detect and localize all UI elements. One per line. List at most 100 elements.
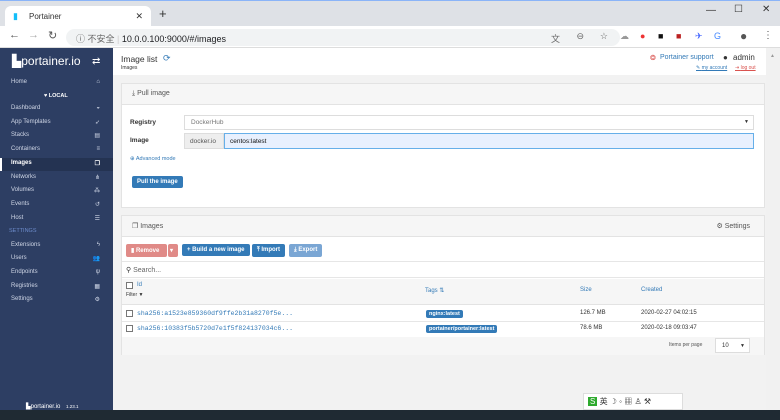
rocket-icon: ➶ (94, 120, 100, 126)
download-icon: ⤓ (132, 90, 136, 97)
page-header: Image list ⟳ Images ❂ Portainer support … (113, 48, 766, 75)
toggle-sidebar-icon[interactable]: ⇄ (92, 56, 100, 67)
column-created[interactable]: Created (641, 287, 662, 293)
close-window-icon[interactable]: ✕ (762, 4, 770, 15)
sidebar-item-containers[interactable]: Containers ≡ (0, 144, 113, 157)
menu-icon[interactable]: ⋮ (763, 30, 773, 41)
images-panel: ❐ Images ⚙ Settings ▮ Remove ▾ + Build a… (121, 215, 765, 355)
remove-dropdown-button[interactable]: ▾ (168, 244, 178, 257)
translate-icon[interactable]: 文 (551, 32, 560, 45)
sidebar-item-extensions[interactable]: Extensions ϟ (0, 240, 113, 253)
address-bar-row: ← → ↻ ⓘ 不安全 | 10.0.0.100:9000/#/images 文… (0, 26, 780, 48)
image-id-link[interactable]: sha256:10383f5b5720d7e1f5f824137034c6... (137, 325, 293, 332)
forward-icon[interactable]: → (28, 29, 39, 41)
sidebar-item-host[interactable]: Host ☰ (0, 213, 113, 226)
remove-button[interactable]: ▮ Remove (126, 244, 167, 257)
sidebar-item-home[interactable]: Home ⌂ (0, 77, 113, 90)
security-label: 不安全 (87, 34, 115, 44)
back-icon[interactable]: ← (9, 29, 20, 41)
sidebar-item-dashboard[interactable]: Dashboard ◒ (0, 103, 113, 116)
sidebar-item-events[interactable]: Events ↺ (0, 199, 113, 212)
search-input: Search... (133, 267, 162, 274)
url-input[interactable]: ⓘ 不安全 | 10.0.0.100:9000/#/images 文 ⊖ ☆ (66, 29, 620, 46)
search-icon: ⚲ (126, 267, 132, 274)
portainer-support-link[interactable]: Portainer support (660, 54, 714, 61)
import-button[interactable]: ⤒ Import (252, 244, 285, 257)
pull-image-button[interactable]: Pull the image (132, 176, 183, 188)
build-image-button[interactable]: + Build a new image (182, 244, 250, 256)
images-header: ❐ Images ⚙ Settings (122, 216, 764, 237)
refresh-icon[interactable]: ⟳ (163, 53, 171, 64)
page-scrollbar[interactable]: ▲ (766, 48, 780, 410)
minimize-icon[interactable]: — (706, 5, 716, 16)
zoom-icon[interactable]: ⊖ (576, 31, 584, 42)
export-button[interactable]: ⤓ Export (289, 244, 323, 257)
sidebar-item-app-templates[interactable]: App Templates ➶ (0, 117, 113, 130)
search-bar[interactable]: ⚲ Search... (122, 261, 764, 278)
sidebar-item-images[interactable]: Images ❐ (0, 158, 113, 171)
row-checkbox[interactable] (126, 325, 133, 332)
image-tag-badge: nginx:latest (426, 310, 463, 318)
image-id-link[interactable]: sha256:a1523e859360df9ffe2b31a8270f5e... (137, 310, 293, 317)
version-label: 1.23.1 (65, 404, 79, 409)
my-account-link[interactable]: ✎ my account (696, 65, 727, 71)
filter-button[interactable]: Filter ▼ (126, 292, 143, 298)
registry-select[interactable]: DockerHub ▼ (184, 115, 754, 130)
profile-icon[interactable]: ● (740, 29, 747, 43)
tab-title: Portainer (29, 12, 62, 21)
pull-image-panel: ⤓ Pull image Registry DockerHub ▼ Image d… (121, 83, 765, 208)
footer-logo: ▙portainer.io 1.23.1 (26, 404, 79, 410)
log-out-link[interactable]: ⇥ log out (735, 65, 756, 71)
endpoint-label: ♥ LOCAL (44, 93, 68, 99)
portainer-logo[interactable]: ▙portainer.io (12, 54, 81, 68)
extension-black-icon[interactable]: ■ (658, 31, 663, 41)
pagination-bar: Items per page 10 ▼ (122, 337, 764, 355)
items-per-page-label: Items per page (669, 342, 703, 348)
advanced-mode-link[interactable]: ⊕ Advanced mode (130, 156, 176, 162)
plug-icon: ψ (95, 269, 100, 275)
row-checkbox[interactable] (126, 310, 133, 317)
extension-translate-icon[interactable]: G (714, 31, 721, 41)
column-tags[interactable]: Tags ⇅ (425, 287, 444, 294)
sitemap-icon: ⋔ (94, 175, 100, 181)
sidebar-item-users[interactable]: Users 👥 (0, 253, 113, 266)
sidebar-item-settings[interactable]: Settings ⚙ (0, 294, 113, 307)
dropdown-arrow-icon: ▼ (744, 119, 749, 125)
sidebar-item-stacks[interactable]: Stacks ▤ (0, 130, 113, 143)
ime-toolbar[interactable]: S 英 ☽ ◦ ▦ ♙ ⚒ (583, 393, 683, 410)
browser-tab-bar: ▮ Portainer ✕ + — ☐ ✕ (0, 0, 780, 27)
cubes-icon: ⁂ (94, 188, 100, 194)
extension-cloud-icon[interactable]: ☁ (620, 31, 629, 42)
sidebar-item-networks[interactable]: Networks ⋔ (0, 172, 113, 185)
browser-tab[interactable]: ▮ Portainer ✕ (5, 6, 151, 27)
extension-bird-icon[interactable]: ✈ (695, 31, 703, 42)
reload-icon[interactable]: ↻ (48, 29, 57, 42)
sidebar: ▙portainer.io ⇄ Home ⌂ ♥ LOCAL Dashboard ◒… (0, 48, 113, 410)
user-icon: ● (723, 53, 728, 62)
maximize-icon[interactable]: ☐ (734, 4, 743, 15)
extension-red-icon[interactable]: ● (640, 31, 645, 41)
close-tab-icon[interactable]: ✕ (135, 11, 143, 22)
table-row: sha256:10383f5b5720d7e1f5f824137034c6...… (122, 322, 764, 337)
image-registry-prefix: docker.io (184, 133, 224, 149)
breadcrumb: Images (121, 65, 138, 71)
image-size: 126.7 MB (580, 310, 606, 316)
column-size[interactable]: Size (580, 287, 592, 293)
sidebar-item-endpoints[interactable]: Endpoints ψ (0, 267, 113, 280)
bookmark-star-icon[interactable]: ☆ (600, 31, 608, 42)
table-row: sha256:a1523e859360df9ffe2b31a8270f5e...… (122, 306, 764, 322)
sidebar-item-registries[interactable]: Registries ▦ (0, 281, 113, 294)
extension-pdf-icon[interactable]: ■ (676, 31, 681, 41)
tachometer-icon: ◒ (96, 105, 100, 111)
clone-icon: ❐ (94, 161, 100, 167)
th-icon: ☰ (94, 216, 100, 222)
sidebar-item-volumes[interactable]: Volumes ⁂ (0, 185, 113, 198)
table-settings-button[interactable]: ⚙ Settings (716, 222, 750, 230)
new-tab-button[interactable]: + (159, 6, 167, 21)
image-input[interactable]: centos:latest (224, 133, 754, 149)
column-id[interactable]: Id (137, 282, 142, 288)
main-content: Image list ⟳ Images ❂ Portainer support … (113, 48, 766, 410)
page-title: Image list (121, 54, 158, 64)
select-all-checkbox[interactable] (126, 282, 133, 289)
items-per-page-select[interactable]: 10 ▼ (715, 338, 750, 353)
